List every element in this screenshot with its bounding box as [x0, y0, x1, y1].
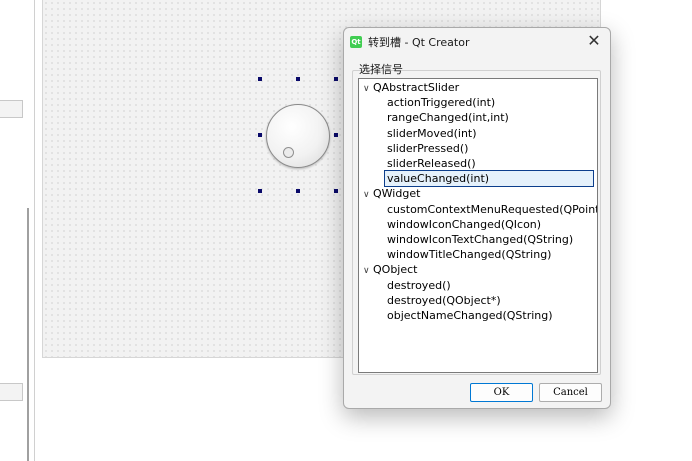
tree-group-qobject[interactable]: ∨ QObject — [363, 262, 417, 277]
tree-group-label: QWidget — [373, 187, 421, 201]
selection-handle[interactable] — [334, 133, 338, 137]
signal-item[interactable]: actionTriggered(int) — [387, 95, 495, 110]
signal-item-label: windowIconTextChanged(QString) — [387, 233, 574, 246]
sidebar-scrollbar[interactable] — [27, 208, 29, 461]
dialog-titlebar[interactable]: Qt 转到槽 - Qt Creator ✕ — [344, 28, 610, 56]
ok-button[interactable]: OK — [470, 383, 533, 402]
selection-handle[interactable] — [296, 77, 300, 81]
tree-group-qwidget[interactable]: ∨ QWidget — [363, 186, 420, 201]
signal-item-label: customContextMenuRequested(QPoint) — [387, 202, 598, 216]
chevron-down-icon[interactable]: ∨ — [363, 264, 373, 279]
cancel-button[interactable]: Cancel — [539, 383, 602, 402]
tree-group-label: QObject — [373, 263, 418, 277]
signal-item[interactable]: sliderPressed() — [387, 141, 468, 156]
go-to-slot-dialog: Qt 转到槽 - Qt Creator ✕ 选择信号 ∨ QAbstractSli… — [343, 27, 611, 409]
selection-handle[interactable] — [258, 133, 262, 137]
signal-item[interactable]: destroyed() — [387, 278, 451, 293]
selection-handle[interactable] — [334, 189, 338, 193]
dial-notch — [283, 147, 294, 158]
signal-item[interactable]: rangeChanged(int,int) — [387, 110, 509, 125]
signal-item-label: sliderReleased() — [387, 157, 476, 170]
signal-item-label: valueChanged(int) — [384, 170, 594, 188]
signal-item[interactable]: customContextMenuRequested(QPoint) — [387, 202, 598, 217]
selection-handle[interactable] — [334, 77, 338, 81]
selection-handle[interactable] — [258, 189, 262, 193]
signal-item-label: sliderPressed() — [387, 141, 469, 155]
signal-item-label: objectNameChanged(QString) — [387, 309, 553, 322]
dialog-title: 转到槽 - Qt Creator — [368, 36, 470, 49]
signal-item-label: windowIconChanged(QIcon) — [387, 217, 542, 231]
signal-item-label: destroyed() — [387, 278, 451, 292]
sidebar-box-top — [0, 100, 23, 118]
signal-item[interactable]: windowIconChanged(QIcon) — [387, 217, 541, 232]
chevron-down-icon[interactable]: ∨ — [363, 82, 373, 97]
signal-item-label: rangeChanged(int,int) — [387, 111, 509, 125]
selection-handle[interactable] — [258, 77, 262, 81]
panel-divider — [34, 0, 35, 461]
signal-item-label: sliderMoved(int) — [387, 126, 477, 140]
dial-widget[interactable] — [266, 104, 330, 168]
signal-item[interactable]: destroyed(QObject*) — [387, 293, 501, 308]
signal-item-label: actionTriggered(int) — [387, 96, 496, 110]
signal-item[interactable]: windowTitleChanged(QString) — [387, 247, 551, 262]
signal-item-label: windowTitleChanged(QString) — [387, 248, 552, 262]
signal-group-label: 选择信号 — [359, 63, 403, 76]
signal-tree[interactable]: ∨ QAbstractSlider actionTriggered(int) rang… — [358, 78, 598, 373]
signal-item[interactable]: sliderMoved(int) — [387, 126, 477, 141]
signal-item[interactable]: valueChanged(int) — [384, 170, 594, 188]
selection-handle[interactable] — [296, 189, 300, 193]
signal-item[interactable]: windowIconTextChanged(QString) — [387, 232, 573, 247]
chevron-down-icon[interactable]: ∨ — [363, 188, 373, 203]
tree-group-label: QAbstractSlider — [373, 81, 460, 94]
tree-group-qabstractslider[interactable]: ∨ QAbstractSlider — [363, 80, 459, 95]
close-icon[interactable]: ✕ — [586, 31, 602, 51]
signal-item-label: destroyed(QObject*) — [387, 293, 501, 307]
signal-item[interactable]: objectNameChanged(QString) — [387, 308, 553, 323]
signal-item[interactable]: sliderReleased() — [387, 156, 476, 171]
qt-creator-icon: Qt — [350, 36, 362, 48]
sidebar-box-bottom — [0, 383, 23, 401]
